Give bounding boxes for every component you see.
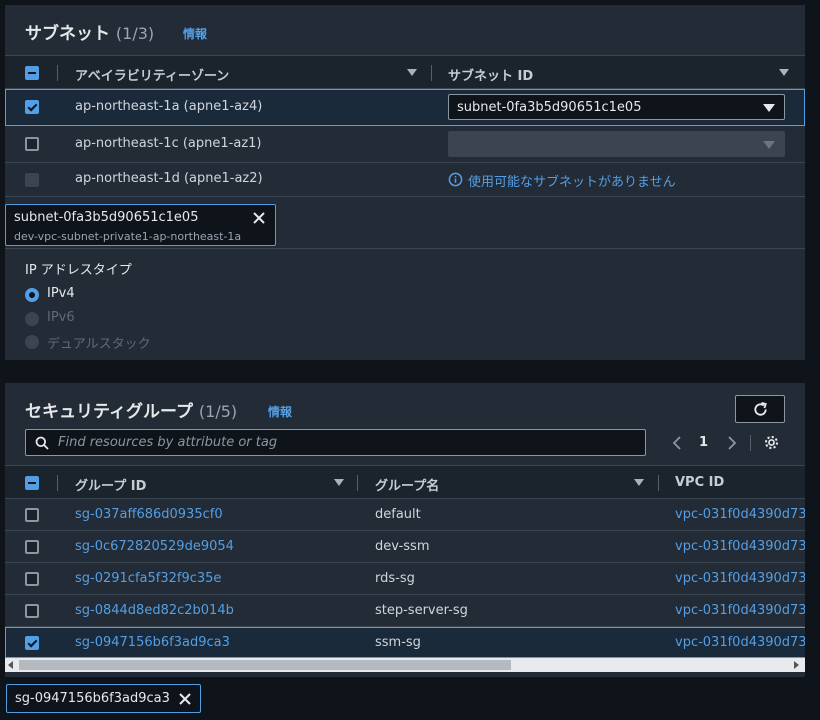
column-divider: [658, 475, 659, 491]
sg-group-id-link[interactable]: sg-0947156b6f3ad9ca3: [75, 635, 230, 650]
column-divider: [57, 65, 58, 81]
sg-table-row[interactable]: sg-0844d8ed82c2b014b step-server-sg vpc-…: [5, 595, 805, 627]
ip-type-label: IP アドレスタイプ: [25, 263, 132, 278]
sg-group-name: default: [375, 507, 421, 522]
subnet-row-checkbox[interactable]: [25, 100, 39, 114]
no-subnet-message: 使用可能なサブネットがありません: [468, 175, 676, 190]
section-divider: [5, 248, 805, 249]
subnet-row[interactable]: ap-northeast-1c (apne1-az1): [5, 126, 805, 163]
sg-group-name: rds-sg: [375, 571, 415, 586]
sg-vpc-id-link[interactable]: vpc-031f0d4390d73: [675, 571, 805, 586]
sg-row-checkbox[interactable]: [25, 604, 39, 618]
radio-ipv6-label: IPv6: [47, 310, 75, 325]
sort-caret-icon[interactable]: [407, 69, 417, 76]
subnet-select-value: subnet-0fa3b5d90651c1e05: [457, 100, 642, 115]
subnet-row: ap-northeast-1d (apne1-az2) 使用可能なサブネットがあ…: [5, 163, 805, 197]
subnet-select[interactable]: subnet-0fa3b5d90651c1e05: [448, 94, 785, 120]
column-divider: [57, 475, 58, 491]
select-all-subnets-checkbox[interactable]: [25, 66, 39, 80]
scrollbar-thumb[interactable]: [19, 660, 511, 670]
sg-table-header: グループ ID グループ名 VPC ID: [5, 465, 805, 499]
sg-vpc-id-link[interactable]: vpc-031f0d4390d73: [675, 539, 805, 554]
sg-row-checkbox[interactable]: [25, 540, 39, 554]
sort-caret-icon[interactable]: [634, 479, 644, 486]
chevron-right-icon[interactable]: [727, 435, 737, 451]
selected-sg-token: sg-0947156b6f3ad9ca3: [6, 684, 201, 713]
column-header-vpc-id[interactable]: VPC ID: [675, 475, 724, 490]
sg-table-row[interactable]: sg-0947156b6f3ad9ca3 ssm-sg vpc-031f0d43…: [5, 627, 805, 658]
close-icon[interactable]: [178, 692, 192, 706]
sort-caret-icon[interactable]: [779, 69, 789, 76]
scroll-right-arrow-icon[interactable]: [794, 661, 800, 669]
sg-count: (1/5): [198, 402, 238, 421]
token-sg-id: sg-0947156b6f3ad9ca3: [15, 691, 170, 706]
sg-group-id-link[interactable]: sg-0291cfa5f32f9c35e: [75, 571, 221, 586]
column-divider: [357, 475, 358, 491]
subnet-title: サブネット (1/3): [25, 19, 154, 44]
radio-dual-stack-label: デュアルスタック: [47, 337, 151, 352]
radio-dual-stack: [25, 335, 39, 349]
subnet-info-link[interactable]: 情報: [183, 25, 207, 42]
sg-title: セキュリティグループ (1/5): [25, 397, 237, 422]
column-header-group-id[interactable]: グループ ID: [75, 475, 146, 494]
sg-vpc-id-link[interactable]: vpc-031f0d4390d73: [675, 603, 805, 618]
close-icon[interactable]: [252, 211, 266, 225]
caret-down-icon: [763, 104, 775, 112]
sg-row-checkbox[interactable]: [25, 508, 39, 522]
subnet-az: ap-northeast-1c (apne1-az1): [75, 136, 262, 151]
scroll-left-arrow-icon[interactable]: [8, 661, 14, 669]
sg-title-text: セキュリティグループ: [25, 402, 193, 422]
subnet-az: ap-northeast-1d (apne1-az2): [75, 171, 263, 186]
column-header-subnet-id[interactable]: サブネット ID: [448, 65, 533, 84]
refresh-button[interactable]: [735, 395, 785, 423]
radio-ipv6: [25, 312, 39, 326]
sg-search-box[interactable]: [25, 429, 646, 456]
subnet-az: ap-northeast-1a (apne1-az4): [75, 99, 263, 114]
column-header-group-name[interactable]: グループ名: [375, 475, 439, 494]
horizontal-scrollbar[interactable]: [5, 658, 805, 672]
page-number[interactable]: 1: [699, 435, 708, 450]
column-header-az[interactable]: アベイラビリティーゾーン: [75, 65, 229, 84]
subnet-select-disabled: [448, 131, 785, 157]
sg-group-id-link[interactable]: sg-0c672820529de9054: [75, 539, 234, 554]
subnet-row-checkbox-disabled: [25, 173, 39, 187]
subnet-row[interactable]: ap-northeast-1a (apne1-az4) subnet-0fa3b…: [5, 89, 805, 126]
info-icon: [448, 172, 463, 187]
sg-row-checkbox[interactable]: [25, 572, 39, 586]
sg-group-id-link[interactable]: sg-0844d8ed82c2b014b: [75, 603, 234, 618]
sg-group-name: ssm-sg: [375, 635, 421, 650]
sg-info-link[interactable]: 情報: [268, 403, 292, 420]
sg-vpc-id-link[interactable]: vpc-031f0d4390d73: [675, 507, 805, 522]
sg-row-checkbox[interactable]: [25, 636, 39, 650]
token-subnet-name: dev-vpc-subnet-private1-ap-northeast-1a: [14, 230, 242, 243]
caret-down-icon: [763, 141, 775, 149]
selected-subnet-token: subnet-0fa3b5d90651c1e05 dev-vpc-subnet-…: [5, 204, 276, 246]
column-divider: [431, 65, 432, 81]
subnet-panel: サブネット (1/3) 情報 アベイラビリティーゾーン サブネット ID ap-…: [5, 5, 805, 360]
chevron-left-icon[interactable]: [672, 435, 682, 451]
sg-table-row[interactable]: sg-0c672820529de9054 dev-ssm vpc-031f0d4…: [5, 531, 805, 563]
sg-search-input[interactable]: [58, 435, 628, 450]
subnet-table-header: アベイラビリティーゾーン サブネット ID: [5, 55, 805, 89]
security-group-panel: セキュリティグループ (1/5) 情報 1 グループ ID グループ名: [5, 383, 805, 677]
sg-group-id-link[interactable]: sg-037aff686d0935cf0: [75, 507, 223, 522]
pagination-divider: [750, 435, 751, 451]
sg-table-row[interactable]: sg-037aff686d0935cf0 default vpc-031f0d4…: [5, 499, 805, 531]
subnet-count: (1/3): [115, 24, 155, 43]
sort-caret-icon[interactable]: [334, 479, 344, 486]
sg-group-name: dev-ssm: [375, 539, 430, 554]
subnet-row-checkbox[interactable]: [25, 137, 39, 151]
gear-icon[interactable]: [763, 434, 780, 451]
radio-ipv4-label[interactable]: IPv4: [47, 286, 75, 301]
token-subnet-id: subnet-0fa3b5d90651c1e05: [14, 210, 199, 225]
search-icon: [35, 436, 49, 450]
refresh-icon: [754, 401, 767, 416]
radio-ipv4[interactable]: [25, 288, 39, 302]
sg-vpc-id-link[interactable]: vpc-031f0d4390d73: [675, 635, 805, 650]
subnet-title-text: サブネット: [25, 24, 110, 44]
sg-group-name: step-server-sg: [375, 603, 468, 618]
sg-table-row[interactable]: sg-0291cfa5f32f9c35e rds-sg vpc-031f0d43…: [5, 563, 805, 595]
select-all-sg-checkbox[interactable]: [25, 476, 39, 490]
